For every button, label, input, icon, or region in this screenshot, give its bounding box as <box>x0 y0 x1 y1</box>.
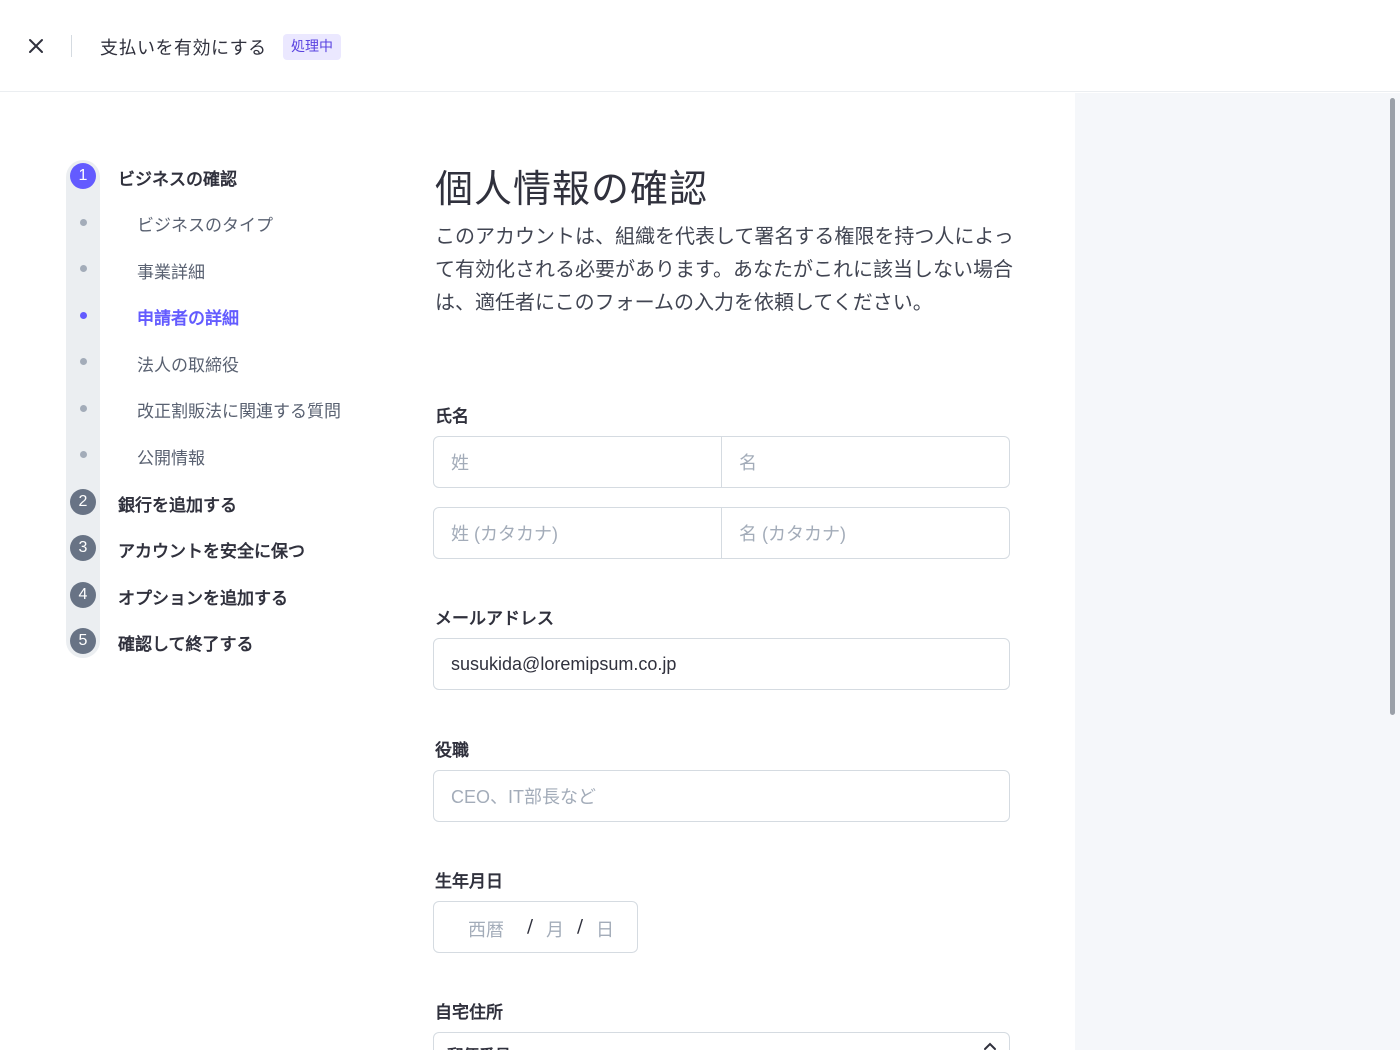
step-3-number: 3 <box>70 535 96 561</box>
step-1-number: 1 <box>70 163 96 189</box>
step-2-label[interactable]: 銀行を追加する <box>118 491 237 516</box>
substep-directors[interactable]: 法人の取締役 <box>137 351 239 376</box>
step-4-number: 4 <box>70 582 96 608</box>
date-separator: / <box>527 916 534 937</box>
job-title-label: 役職 <box>435 741 469 761</box>
birthdate-label: 生年月日 <box>435 872 503 892</box>
substep-public-info[interactable]: 公開情報 <box>137 444 205 469</box>
substep-dot <box>80 451 87 458</box>
address-label: 自宅住所 <box>435 1003 503 1023</box>
email-field[interactable]: susukida@loremipsum.co.jp <box>433 638 1010 690</box>
email-label: メールアドレス <box>435 609 554 629</box>
substep-dot-active <box>80 312 87 319</box>
substep-dot <box>80 219 87 226</box>
substep-dot <box>80 405 87 412</box>
name-label: 氏名 <box>435 407 469 427</box>
substep-dot <box>80 358 87 365</box>
birth-day-input[interactable]: 日 <box>596 916 614 942</box>
first-name-input[interactable]: 名 <box>722 436 1010 488</box>
birth-year-input[interactable]: 西暦 <box>468 916 504 942</box>
last-name-input[interactable]: 姓 <box>433 436 722 488</box>
first-name-kana-input[interactable]: 名 (カタカナ) <box>722 507 1010 559</box>
postal-code-select[interactable]: 郵便番号 <box>433 1032 1010 1050</box>
status-badge: 処理中 <box>283 34 341 60</box>
substep-installment-questions[interactable]: 改正割販法に関連する質問 <box>137 397 341 422</box>
step-4-label[interactable]: オプションを追加する <box>118 584 288 609</box>
close-icon <box>29 39 43 53</box>
substep-business-details[interactable]: 事業詳細 <box>137 258 205 283</box>
side-panel <box>1075 93 1400 1050</box>
close-button[interactable] <box>22 32 50 60</box>
birthdate-field[interactable]: 西暦 / 月 / 日 <box>433 901 638 953</box>
top-bar: 支払いを有効にする 処理中 <box>0 0 1400 92</box>
form-description: このアカウントは、組織を代表して署名する権限を持つ人によって有効化される必要があ… <box>435 224 1014 314</box>
step-5-number: 5 <box>70 628 96 654</box>
substep-representative-details[interactable]: 申請者の詳細 <box>137 304 239 329</box>
page-title: 支払いを有効にする <box>100 38 267 59</box>
header-divider <box>71 35 72 57</box>
form-heading: 個人情報の確認 <box>435 167 709 211</box>
job-title-input[interactable]: CEO、IT部長など <box>433 770 1010 822</box>
postal-code-label: 郵便番号 <box>447 1042 511 1050</box>
step-5-label[interactable]: 確認して終了する <box>118 630 254 655</box>
substep-business-type[interactable]: ビジネスのタイプ <box>137 211 273 236</box>
date-separator: / <box>577 916 584 937</box>
step-2-number: 2 <box>70 489 96 515</box>
birth-month-input[interactable]: 月 <box>546 916 564 942</box>
step-3-label[interactable]: アカウントを安全に保つ <box>118 537 305 562</box>
substep-dot <box>80 265 87 272</box>
last-name-kana-input[interactable]: 姓 (カタカナ) <box>433 507 722 559</box>
scrollbar[interactable] <box>1390 98 1395 715</box>
step-1-label[interactable]: ビジネスの確認 <box>118 165 237 190</box>
chevron-up-icon <box>984 1042 996 1050</box>
